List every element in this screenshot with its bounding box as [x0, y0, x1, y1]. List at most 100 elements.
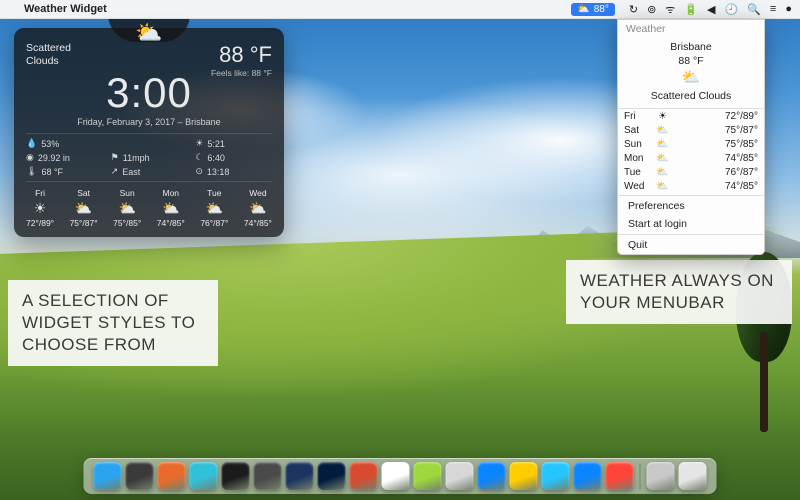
dock-app-icon[interactable] [190, 462, 218, 490]
dock-app-icon[interactable] [318, 462, 346, 490]
widget-forecast: Fri☀︎72°/89°Sat⛅75°/87°Sun⛅75°/85°Mon⛅74… [26, 188, 272, 229]
dropdown-forecast-row: Wed⛅74°/85° [618, 180, 764, 194]
dropdown-cond-icon: ⛅ [622, 68, 760, 88]
dd-day: Mon [618, 152, 650, 166]
dock [84, 458, 717, 494]
fday-icon: ⛅ [157, 200, 185, 218]
widget-metrics: 💧53% ☀︎5:21 ◉29.92 in ⚑11mph ☾6:40 🌡68 °… [26, 138, 272, 177]
dd-day-range: 74°/85° [675, 152, 764, 166]
menu-quit[interactable]: Quit [618, 236, 764, 254]
widget-forecast-day: Sun⛅75°/85° [113, 188, 141, 229]
dd-day-icon: ⛅ [650, 124, 674, 138]
dd-day: Wed [618, 180, 650, 194]
metric-daylength: ⊙13:18 [195, 166, 272, 177]
dd-day-icon: ⛅ [650, 180, 674, 194]
dock-app-icon[interactable] [126, 462, 154, 490]
widget-temp: 88 °F [211, 42, 272, 68]
dock-app-icon[interactable] [679, 462, 707, 490]
dock-app-icon[interactable] [350, 462, 378, 490]
dd-day: Tue [618, 166, 650, 180]
fday-icon: ⛅ [200, 200, 228, 218]
dock-app-icon[interactable] [382, 462, 410, 490]
wifi-icon[interactable]: ᯤ [665, 2, 675, 17]
dd-day-icon: ⛅ [650, 166, 674, 180]
widget-feels-like: Feels like: 88 °F [211, 68, 272, 78]
metric-pressure: ◉29.92 in [26, 152, 103, 163]
metric-humidity: 💧53% [26, 138, 103, 149]
dd-day-icon: ⛅ [650, 138, 674, 152]
fday-label: Wed [244, 188, 272, 199]
widget-main-icon: ⛅ [135, 20, 162, 46]
fday-label: Sun [113, 188, 141, 199]
menu-start-at-login[interactable]: Start at login [618, 215, 764, 233]
dropdown-forecast-row: Sun⛅75°/85° [618, 138, 764, 152]
clock-icon[interactable]: 🕘 [725, 3, 739, 16]
caption-right: WEATHER ALWAYS ON YOUR MENUBAR [566, 260, 792, 324]
fday-label: Tue [200, 188, 228, 199]
fday-icon: ⛅ [70, 200, 98, 218]
dock-app-icon[interactable] [542, 462, 570, 490]
metric-blank [111, 138, 188, 149]
widget-forecast-day: Fri☀︎72°/89° [26, 188, 54, 229]
widget-clock: 3:00 [26, 72, 272, 114]
dd-day-icon: ⛅ [650, 152, 674, 166]
caption-left: A SELECTION OF WIDGET STYLES TO CHOOSE F… [8, 280, 218, 366]
widget-forecast-day: Tue⛅76°/87° [200, 188, 228, 229]
fday-label: Mon [157, 188, 185, 199]
fday-label: Sat [70, 188, 98, 199]
dropdown-temp: 88 °F [622, 54, 760, 68]
metric-dewpoint: 🌡68 °F [26, 166, 103, 177]
metric-wind: ⚑11mph [111, 152, 188, 163]
dock-app-icon[interactable] [254, 462, 282, 490]
dock-app-icon[interactable] [574, 462, 602, 490]
dock-separator [640, 464, 641, 490]
fday-range: 74°/85° [157, 218, 185, 229]
dd-day-range: 74°/85° [675, 180, 764, 194]
battery-icon[interactable]: 🔋 [684, 3, 698, 16]
fday-label: Fri [26, 188, 54, 199]
dock-app-icon[interactable] [286, 462, 314, 490]
dd-day: Sat [618, 124, 650, 138]
widget-forecast-day: Sat⛅75°/87° [70, 188, 98, 229]
metric-sunset: ☾6:40 [195, 152, 272, 163]
metric-sunrise: ☀︎5:21 [195, 138, 272, 149]
timemachine-icon[interactable]: ↻ [629, 3, 638, 16]
dd-day: Sun [618, 138, 650, 152]
user-icon[interactable]: ● [785, 3, 792, 15]
dock-app-icon[interactable] [158, 462, 186, 490]
dd-day-range: 75°/85° [675, 138, 764, 152]
app-name-menu[interactable]: Weather Widget [24, 3, 107, 15]
dock-app-icon[interactable] [647, 462, 675, 490]
dock-app-icon[interactable] [414, 462, 442, 490]
fday-range: 72°/89° [26, 218, 54, 229]
dropdown-title: Weather [618, 20, 764, 38]
weather-widget[interactable]: ⛅ Scattered Clouds 88 °F Feels like: 88 … [14, 28, 284, 237]
fday-icon: ⛅ [113, 200, 141, 218]
dock-app-icon[interactable] [510, 462, 538, 490]
dock-app-icon[interactable] [222, 462, 250, 490]
spotlight-icon[interactable]: 🔍 [747, 3, 761, 16]
widget-dateline: Friday, February 3, 2017 – Brisbane [26, 117, 272, 127]
menu-preferences[interactable]: Preferences [618, 197, 764, 215]
menubar-weather-status[interactable]: ⛅ 88° [571, 3, 615, 16]
dropdown-forecast-row: Sat⛅75°/87° [618, 124, 764, 138]
volume-icon[interactable]: ◀︎ [707, 3, 715, 16]
dock-app-icon[interactable] [94, 462, 122, 490]
dropdown-forecast-table: Fri☀︎72°/89°Sat⛅75°/87°Sun⛅75°/85°Mon⛅74… [618, 110, 764, 194]
fday-range: 75°/87° [70, 218, 98, 229]
dd-day-range: 76°/87° [675, 166, 764, 180]
notification-center-icon[interactable]: ≡ [770, 3, 776, 15]
dropdown-forecast-row: Mon⛅74°/85° [618, 152, 764, 166]
weather-status-temp: 88° [594, 4, 609, 15]
airdrop-icon[interactable]: ⊚ [647, 3, 656, 16]
metric-direction: ↗East [111, 166, 188, 177]
dock-app-icon[interactable] [606, 462, 634, 490]
fday-icon: ☀︎ [26, 200, 54, 218]
dock-app-icon[interactable] [478, 462, 506, 490]
fday-range: 74°/85° [244, 218, 272, 229]
dropdown-forecast-row: Fri☀︎72°/89° [618, 110, 764, 124]
dropdown-forecast-row: Tue⛅76°/87° [618, 166, 764, 180]
dd-day-icon: ☀︎ [650, 110, 674, 124]
dock-app-icon[interactable] [446, 462, 474, 490]
fday-icon: ⛅ [244, 200, 272, 218]
